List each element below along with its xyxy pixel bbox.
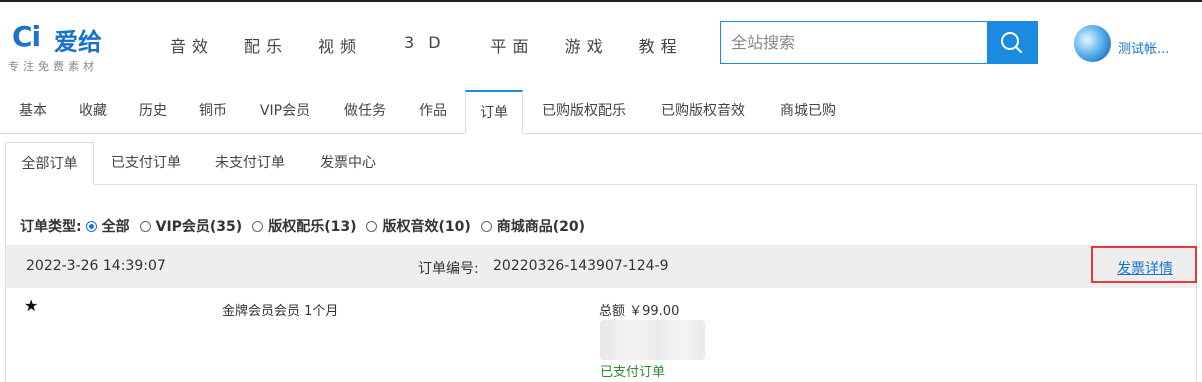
search-input[interactable] (721, 22, 987, 63)
nav-item-graphics[interactable]: 平面 (491, 33, 535, 57)
tab-paid-orders[interactable]: 已支付订单 (100, 142, 192, 184)
radio-icon (252, 220, 264, 232)
filter-option-all[interactable]: 全部 (85, 216, 130, 236)
redacted-info (600, 320, 705, 360)
tab-orders[interactable]: 订单 (465, 90, 523, 134)
tab-unpaid-orders[interactable]: 未支付订单 (204, 142, 296, 184)
order-number-label: 订单编号: (418, 261, 479, 277)
radio-icon (366, 220, 378, 232)
logo-mark: Ci (12, 20, 41, 53)
order-number: 20220326-143907-124-9 (493, 258, 669, 274)
order-status: 已支付订单 (600, 365, 666, 380)
star-icon: ★ (24, 296, 39, 315)
account-tabs: 基本 收藏 历史 铜币 VIP会员 做任务 作品 订单 已购版权配乐 已购版权音… (0, 90, 1202, 134)
filter-label: 订单类型: (20, 219, 82, 235)
radio-checked-icon (85, 220, 97, 232)
tab-basic[interactable]: 基本 (6, 90, 60, 133)
tab-history[interactable]: 历史 (126, 90, 180, 133)
filter-option-licensed-sfx[interactable]: 版权音效(10) (366, 216, 471, 236)
invoice-details-link[interactable]: 发票详情 (1117, 258, 1173, 278)
order-type-filter: 订单类型: 全部 VIP会员(35) 版权配乐(13) 版权音效(10) 商城商… (20, 216, 595, 236)
tab-store-purchases[interactable]: 商城已购 (766, 90, 850, 133)
search-button[interactable] (987, 22, 1037, 63)
order-header-row: 2022-3-26 14:39:07 订单编号: 20220326-143907… (6, 245, 1196, 288)
tab-all-orders[interactable]: 全部订单 (5, 142, 94, 185)
product-name: 金牌会员会员 1个月 (222, 304, 339, 319)
username-link[interactable]: 测试帐... (1118, 38, 1169, 57)
avatar[interactable] (1074, 25, 1111, 62)
logo-text: 爱给 (54, 28, 102, 56)
top-nav: 音效 配乐 视频 3D 平面 游戏 教程 (170, 33, 683, 57)
logo-slogan: 专注免费素材 (8, 60, 98, 73)
nav-item-sound-effects[interactable]: 音效 (170, 33, 214, 57)
nav-item-video[interactable]: 视频 (318, 33, 362, 57)
nav-item-games[interactable]: 游戏 (565, 33, 609, 57)
tab-works[interactable]: 作品 (406, 90, 460, 133)
filter-option-store-goods[interactable]: 商城商品(20) (480, 216, 585, 236)
search-icon (1001, 32, 1023, 54)
site-logo[interactable]: Ci 爱给 专注免费素材 (8, 20, 132, 74)
top-border (0, 0, 1202, 2)
order-total: 总额 ￥99.00 (599, 304, 680, 319)
filter-option-vip[interactable]: VIP会员(35) (139, 216, 242, 236)
order-date: 2022-3-26 14:39:07 (26, 258, 166, 274)
search-box (720, 21, 1038, 64)
nav-item-tutorials[interactable]: 教程 (639, 33, 683, 57)
nav-item-music[interactable]: 配乐 (244, 33, 288, 57)
nav-item-3d[interactable]: 3D (398, 33, 455, 57)
tab-purchased-music[interactable]: 已购版权配乐 (528, 90, 640, 133)
order-tabs: 全部订单 已支付订单 未支付订单 发票中心 (5, 142, 1197, 185)
tab-favorites[interactable]: 收藏 (66, 90, 120, 133)
filter-option-licensed-music[interactable]: 版权配乐(13) (252, 216, 356, 236)
tab-coins[interactable]: 铜币 (186, 90, 240, 133)
tab-invoice-center[interactable]: 发票中心 (308, 142, 388, 184)
tab-vip[interactable]: VIP会员 (246, 90, 324, 133)
tab-tasks[interactable]: 做任务 (330, 90, 400, 133)
radio-icon (139, 220, 151, 232)
radio-icon (480, 220, 492, 232)
tab-purchased-sfx[interactable]: 已购版权音效 (646, 90, 760, 133)
